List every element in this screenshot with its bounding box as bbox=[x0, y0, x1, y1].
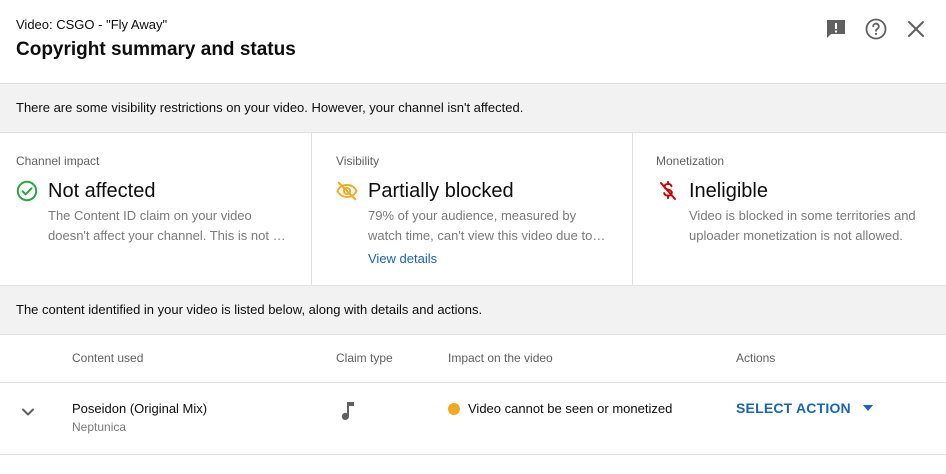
panel-status: Partially blocked bbox=[368, 180, 514, 202]
music-note-icon bbox=[338, 399, 358, 423]
visibility-off-icon bbox=[336, 180, 358, 202]
desc-line: uploader monetization is not allowed. bbox=[689, 228, 903, 243]
desc-line: 79% of your audience, measured by bbox=[368, 208, 577, 223]
panel-status: Not affected bbox=[48, 180, 156, 202]
caret-down-icon bbox=[862, 405, 873, 411]
desc-line: Video is blocked in some territories and bbox=[689, 208, 916, 223]
visibility-restrictions-banner: There are some visibility restrictions o… bbox=[0, 84, 946, 133]
banner-text: There are some visibility restrictions o… bbox=[16, 100, 524, 115]
desc-line: watch time, can't view this video due to… bbox=[368, 228, 606, 243]
panel-description: 79% of your audience, measured by watch … bbox=[368, 206, 618, 246]
dialog-header: Video: CSGO - "Fly Away" Copyright summa… bbox=[0, 0, 946, 84]
impact-status-dot bbox=[448, 403, 460, 415]
desc-line: doesn't affect your channel. This is not… bbox=[48, 228, 286, 243]
monetization-panel: Monetization Ineligible Video is blocked… bbox=[633, 133, 946, 286]
dialog-title: Copyright summary and status bbox=[16, 39, 296, 60]
table-row: Poseidon (Original Mix) Neptunica Video … bbox=[0, 383, 946, 455]
panel-label: Monetization bbox=[656, 154, 725, 168]
video-label: Video: CSGO - "Fly Away" bbox=[16, 17, 168, 32]
column-header-impact: Impact on the video bbox=[448, 351, 553, 365]
panel-label: Visibility bbox=[336, 154, 380, 168]
panel-description: The Content ID claim on your video doesn… bbox=[48, 206, 298, 246]
view-details-link[interactable]: View details bbox=[368, 251, 437, 266]
select-action-button[interactable]: SELECT ACTION bbox=[736, 400, 873, 416]
visibility-panel: Visibility Partially blocked 79% of your… bbox=[312, 133, 633, 286]
content-title: Poseidon (Original Mix) bbox=[72, 401, 208, 416]
select-action-label: SELECT ACTION bbox=[736, 400, 851, 416]
column-header-actions: Actions bbox=[736, 351, 776, 365]
check-circle-icon bbox=[16, 180, 38, 202]
desc-line: The Content ID claim on your video bbox=[48, 208, 252, 223]
feedback-icon[interactable] bbox=[823, 16, 849, 42]
money-off-icon bbox=[657, 180, 679, 202]
impact-text: Video cannot be seen or monetized bbox=[468, 401, 673, 416]
close-icon[interactable] bbox=[903, 16, 929, 42]
column-header-claim-type: Claim type bbox=[336, 351, 393, 365]
banner-text: The content identified in your video is … bbox=[16, 302, 483, 317]
panel-label: Channel impact bbox=[16, 154, 100, 168]
help-icon[interactable] bbox=[863, 16, 889, 42]
claims-table-header: Content used Claim type Impact on the vi… bbox=[0, 335, 946, 383]
summary-panels: Channel impact Not affected The Content … bbox=[0, 133, 946, 286]
channel-impact-panel: Channel impact Not affected The Content … bbox=[0, 133, 312, 286]
column-header-content: Content used bbox=[72, 351, 144, 365]
content-identified-banner: The content identified in your video is … bbox=[0, 286, 946, 335]
content-artist: Neptunica bbox=[72, 420, 127, 434]
chevron-down-icon[interactable] bbox=[16, 400, 40, 424]
panel-status: Ineligible bbox=[689, 180, 768, 202]
panel-description: Video is blocked in some territories and… bbox=[689, 206, 939, 246]
